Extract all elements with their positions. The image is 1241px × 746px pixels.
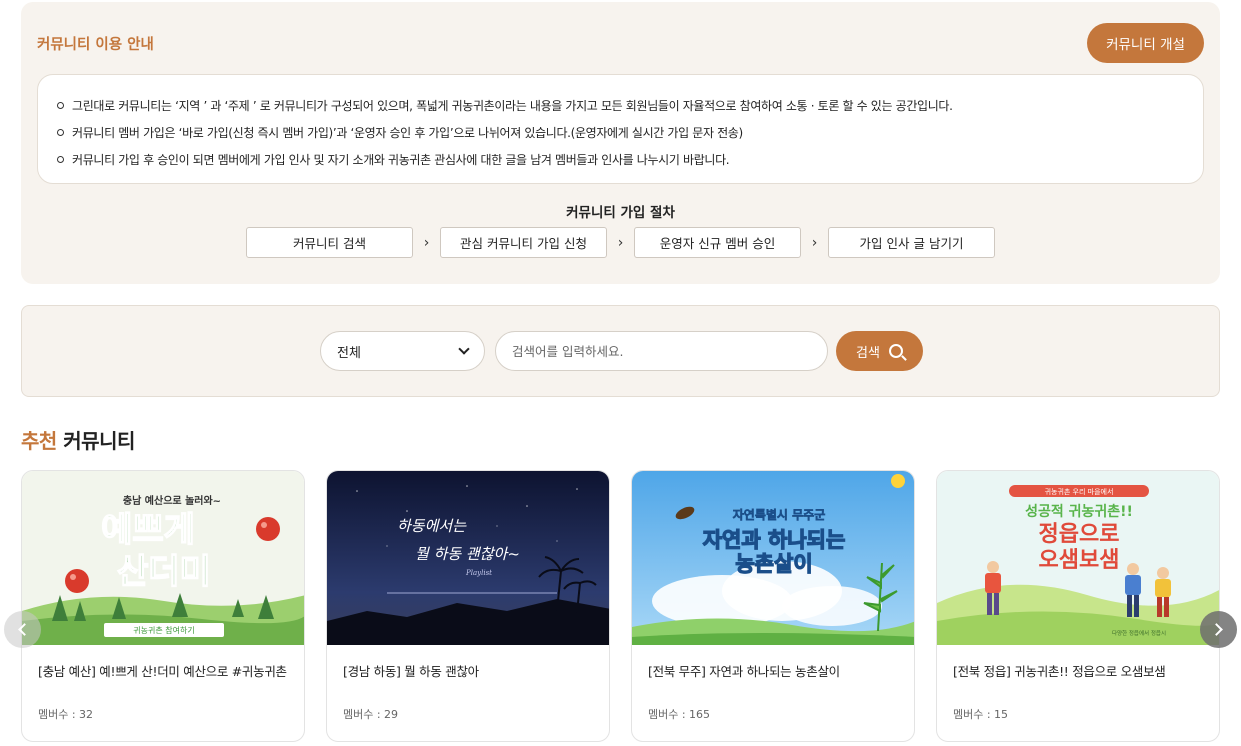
community-thumbnail: 귀농귀촌 우리 마을에서 성공적 귀농귀촌!! 정읍으로 오샘보샘 다양한 정읍… [937, 471, 1219, 645]
notice-item: 그린대로 커뮤니티는 ‘지역 ’ 과 ‘주제 ’ 로 커뮤니티가 구성되어 있으… [57, 92, 1203, 119]
community-card[interactable]: 귀농귀촌 우리 마을에서 성공적 귀농귀촌!! 정읍으로 오샘보샘 다양한 정읍… [936, 470, 1220, 742]
community-card[interactable]: 하동에서는 뭘 하동 괜찮아~ Playlist [경남 하동] 뭘 하동 괜찮… [326, 470, 610, 742]
card-members: 멤버수 : 15 [953, 708, 1009, 721]
card-title: [전북 정읍] 귀농귀촌!! 정읍으로 오샘보샘 [953, 664, 1166, 679]
card-title: [경남 하동] 뭘 하동 괜찮아 [343, 664, 479, 679]
card-members: 멤버수 : 29 [343, 708, 399, 721]
community-card[interactable]: 자연특별시 무주군 자연과 하나되는 농촌살이 [전북 무주] 자연과 하나되는… [631, 470, 915, 742]
thumb-line-2: 뭘 하동 괜찮아~ [415, 545, 520, 563]
notice-text: 커뮤니티 멤버 가입은 ‘바로 가입(신청 즉시 멤버 가입)’과 ‘운영자 승… [72, 126, 743, 140]
join-steps-title: 커뮤니티 가입 절차 [566, 205, 675, 221]
thumb-subtitle: 성공적 귀농귀촌!! [1025, 503, 1133, 520]
thumb-tag: 귀농귀촌 우리 마을에서 [1045, 487, 1114, 496]
card-members: 멤버수 : 165 [648, 708, 711, 721]
notice-text: 그린대로 커뮤니티는 ‘지역 ’ 과 ‘주제 ’ 로 커뮤니티가 구성되어 있으… [72, 99, 953, 113]
create-community-button[interactable]: 커뮤니티 개설 [1087, 23, 1204, 63]
search-icon [888, 344, 903, 358]
step-search: 커뮤니티 검색 [246, 227, 413, 258]
thumb-subtitle: 충남 예산으로 놀러와~ [123, 494, 221, 507]
thumb-footer: 다양한 정읍에서 정읍시 [1112, 629, 1166, 637]
community-thumbnail: 충남 예산으로 놀러와~ 예쁘게 산더미 귀농귀촌 참여하기 [22, 471, 304, 645]
notice-box: 그린대로 커뮤니티는 ‘지역 ’ 과 ‘주제 ’ 로 커뮤니티가 구성되어 있으… [37, 74, 1204, 184]
thumb-small-text: Playlist [465, 569, 492, 577]
carousel-next-button[interactable] [1200, 611, 1237, 648]
search-panel: 전체 검색 [21, 305, 1220, 397]
recommended-title-accent: 추천 [21, 429, 57, 453]
notice-item: 커뮤니티 가입 후 승인이 되면 멤버에게 가입 인사 및 자기 소개와 귀농귀… [57, 146, 1203, 173]
thumb-banner: 귀농귀촌 참여하기 [133, 625, 194, 635]
step-approval: 운영자 신규 멤버 승인 [634, 227, 801, 258]
community-thumbnail: 하동에서는 뭘 하동 괜찮아~ Playlist [327, 471, 609, 645]
thumb-main-line-2: 농촌살이 [735, 552, 812, 576]
chevron-right-icon: › [617, 234, 624, 251]
thumb-main-line-2: 오샘보샘 [1039, 548, 1120, 573]
card-title: [전북 무주] 자연과 하나되는 농촌살이 [648, 664, 840, 679]
chevron-down-icon [458, 343, 470, 355]
chevron-right-icon: › [811, 234, 818, 251]
guide-title: 커뮤니티 이용 안내 [37, 37, 154, 53]
notice-item: 커뮤니티 멤버 가입은 ‘바로 가입(신청 즉시 멤버 가입)’과 ‘운영자 승… [57, 119, 1203, 146]
bullet-icon [57, 102, 64, 109]
thumb-main-line-1: 자연과 하나되는 [703, 528, 846, 552]
notice-text: 커뮤니티 가입 후 승인이 되면 멤버에게 가입 인사 및 자기 소개와 귀농귀… [72, 153, 730, 167]
thumb-line-1: 하동에서는 [397, 517, 467, 535]
step-greeting: 가입 인사 글 남기기 [828, 227, 995, 258]
recommended-title: 추천 커뮤니티 [21, 425, 135, 454]
community-card[interactable]: 충남 예산으로 놀러와~ 예쁘게 산더미 귀농귀촌 참여하기 [충남 예산] 예… [21, 470, 305, 742]
thumb-subtitle: 자연특별시 무주군 [733, 507, 826, 522]
community-guide-panel: 커뮤니티 이용 안내 커뮤니티 개설 그린대로 커뮤니티는 ‘지역 ’ 과 ‘주… [21, 2, 1220, 284]
thumb-main-line-1: 정읍으로 [1039, 522, 1120, 547]
thumb-main-line-1: 예쁘게 [101, 510, 195, 550]
search-input[interactable] [495, 331, 828, 371]
bullet-icon [57, 129, 64, 136]
category-select[interactable]: 전체 [320, 331, 485, 371]
chevron-right-icon: › [423, 234, 430, 251]
thumb-main-line-2: 산더미 [117, 552, 211, 592]
bullet-icon [57, 156, 64, 163]
search-button[interactable]: 검색 [836, 331, 923, 371]
community-thumbnail: 자연특별시 무주군 자연과 하나되는 농촌살이 [632, 471, 914, 645]
chevron-right-icon [1210, 623, 1223, 636]
search-button-label: 검색 [856, 345, 880, 361]
community-cards: 충남 예산으로 놀러와~ 예쁘게 산더미 귀농귀촌 참여하기 [충남 예산] 예… [21, 470, 1220, 742]
carousel-prev-button[interactable] [4, 611, 41, 648]
card-title: [충남 예산] 예!쁘게 산!더미 예산으로 #귀농귀촌 [38, 664, 287, 679]
card-members: 멤버수 : 32 [38, 708, 94, 721]
chevron-left-icon [18, 623, 31, 636]
category-select-value: 전체 [337, 345, 361, 361]
recommended-title-rest: 커뮤니티 [56, 429, 135, 453]
step-apply: 관심 커뮤니티 가입 신청 [440, 227, 607, 258]
join-steps: 커뮤니티 검색 › 관심 커뮤니티 가입 신청 › 운영자 신규 멤버 승인 ›… [246, 227, 995, 258]
